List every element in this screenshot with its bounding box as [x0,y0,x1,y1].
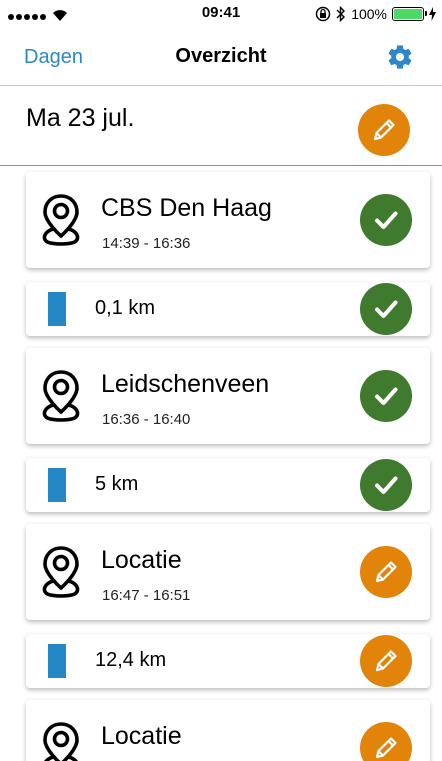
location-card[interactable]: Locatie [26,700,430,761]
pencil-icon [375,737,397,759]
location-card[interactable]: Locatie 16:47 - 16:51 [26,524,430,620]
location-time: 14:39 - 16:36 [102,235,191,252]
navigation-bar: Dagen Overzicht [0,34,442,86]
location-pin-icon [42,546,80,598]
trip-card[interactable]: 5 km [26,458,430,512]
edit-button[interactable] [360,546,412,598]
page-title: Overzicht [175,45,267,67]
confirm-button[interactable] [360,283,412,335]
location-pin-icon [42,194,80,246]
trip-card[interactable]: 0,1 km [26,282,430,336]
pencil-icon [375,561,397,583]
orientation-lock-icon [315,6,331,22]
confirm-button[interactable] [360,370,412,422]
location-title: Leidschenveen [101,370,270,398]
edit-button[interactable] [360,635,412,687]
date-header: Ma 23 jul. [0,86,442,166]
checkmark-icon [375,211,398,229]
location-title: CBS Den Haag [101,194,272,222]
location-time: 16:47 - 16:51 [102,587,191,604]
charging-bolt-icon [429,7,436,21]
confirm-button[interactable] [360,459,412,511]
battery-percentage: 100% [351,6,387,22]
pencil-icon [375,650,397,672]
location-card[interactable]: Leidschenveen 16:36 - 16:40 [26,348,430,444]
bluetooth-icon [336,6,346,22]
status-bar: 09:41 100% [0,0,442,34]
edit-day-button[interactable] [358,104,410,156]
pencil-icon [373,119,395,141]
edit-button[interactable] [360,722,412,761]
location-title: Locatie [101,546,182,574]
checkmark-icon [375,387,398,405]
trip-distance: 5 km [95,473,139,495]
date-label: Ma 23 jul. [26,104,135,132]
location-time: 16:36 - 16:40 [102,411,191,428]
trip-card[interactable]: 12,4 km [26,634,430,688]
battery-icon [392,7,427,21]
checkmark-icon [375,476,398,494]
trip-distance: 0,1 km [95,297,156,319]
trip-indicator [48,292,66,326]
gear-icon[interactable] [386,43,414,71]
trip-distance: 12,4 km [95,649,167,671]
confirm-button[interactable] [360,194,412,246]
location-title: Locatie [101,722,182,750]
checkmark-icon [375,300,398,318]
trip-indicator [48,644,66,678]
location-card[interactable]: CBS Den Haag 14:39 - 16:36 [26,172,430,268]
location-pin-icon [42,370,80,422]
location-pin-icon [43,722,79,761]
status-right: 100% [315,6,436,22]
trip-indicator [48,468,66,502]
